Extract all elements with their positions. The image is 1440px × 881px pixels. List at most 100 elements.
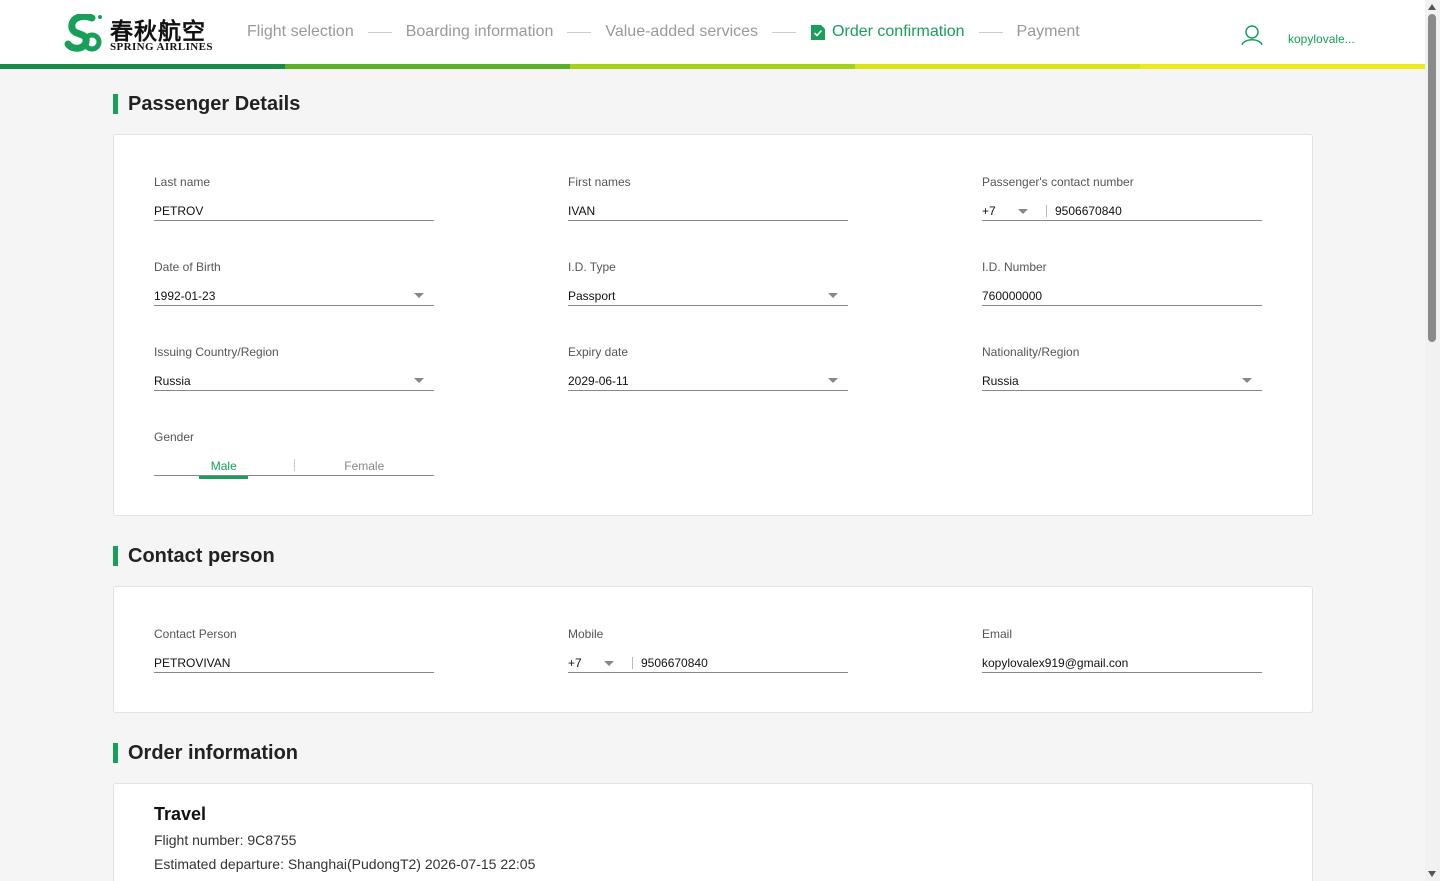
field-label: First names xyxy=(568,175,631,189)
country-code-value: +7 xyxy=(982,203,996,218)
country-code-select[interactable]: +7 xyxy=(982,200,1046,218)
divider xyxy=(632,656,633,669)
last-name-field: Last name PETROV xyxy=(154,175,434,221)
issuing-country-select[interactable]: Russia xyxy=(154,367,434,391)
step-label: Order confirmation xyxy=(832,23,965,40)
passenger-details-card: Last name PETROV First names IVAN Passen… xyxy=(113,134,1313,516)
booking-steps: Flight selection Boarding information Va… xyxy=(247,20,1080,44)
order-information-title: Order information xyxy=(113,742,298,764)
step-boarding-information[interactable]: Boarding information xyxy=(406,23,554,41)
progress-bar xyxy=(0,64,1425,69)
contact-person-input[interactable]: PETROVIVAN xyxy=(154,649,434,673)
top-header: 春秋航空 SPRING AIRLINES Flight selection Bo… xyxy=(0,0,1425,64)
nationality-field: Nationality/Region Russia xyxy=(982,345,1262,391)
field-label: Mobile xyxy=(568,627,604,641)
mobile-field: Mobile +7 9506670840 xyxy=(568,627,848,673)
passenger-contact-number-field: Passenger's contact number +7 9506670840 xyxy=(982,175,1262,221)
field-label: Issuing Country/Region xyxy=(154,345,279,359)
gender-field: Gender Male Female xyxy=(154,430,434,479)
scroll-down-arrow-icon[interactable] xyxy=(1428,871,1436,877)
gender-toggle: Male Female xyxy=(154,452,435,479)
field-value: 760000000 xyxy=(982,288,1043,303)
progress-segment xyxy=(285,64,570,69)
field-label: Date of Birth xyxy=(154,260,221,274)
chevron-down-icon xyxy=(604,661,614,666)
step-label: Flight selection xyxy=(247,23,354,40)
phone-number-input[interactable]: 9506670840 xyxy=(1055,200,1262,218)
gender-option-female[interactable]: Female xyxy=(295,455,435,473)
step-separator xyxy=(367,31,392,33)
field-label: Expiry date xyxy=(568,345,629,359)
first-names-input[interactable]: IVAN xyxy=(568,197,848,221)
user-icon[interactable] xyxy=(1240,24,1264,46)
field-label: I.D. Number xyxy=(982,260,1047,274)
field-label: Gender xyxy=(154,430,195,444)
step-payment: Payment xyxy=(1017,23,1080,41)
logo-english-text: SPRING AIRLINES xyxy=(110,41,213,53)
field-value: 1992-01-23 xyxy=(154,288,216,303)
mobile-input: +7 9506670840 xyxy=(568,649,848,673)
date-of-birth-select[interactable]: 1992-01-23 xyxy=(154,282,434,306)
field-value: 2029-06-11 xyxy=(568,373,629,388)
field-value: kopylovalex919@gmail.con xyxy=(982,655,1129,670)
issuing-country-field: Issuing Country/Region Russia xyxy=(154,345,434,391)
chevron-down-icon xyxy=(1242,378,1252,383)
step-separator xyxy=(978,31,1003,33)
field-label: Email xyxy=(982,627,1013,641)
step-flight-selection[interactable]: Flight selection xyxy=(247,23,354,41)
progress-segment xyxy=(0,64,285,69)
step-separator xyxy=(567,31,592,33)
field-value: IVAN xyxy=(568,203,596,218)
last-name-input[interactable]: PETROV xyxy=(154,197,434,221)
field-value: PETROV xyxy=(154,203,204,218)
chevron-down-icon xyxy=(414,378,424,383)
email-input[interactable]: kopylovalex919@gmail.con xyxy=(982,649,1262,673)
expiry-date-field: Expiry date 2029-06-11 xyxy=(568,345,848,391)
field-label: Passenger's contact number xyxy=(982,175,1134,189)
progress-segment xyxy=(855,64,1140,69)
order-information-card: Travel Flight number: 9C8755 Estimated d… xyxy=(113,783,1313,881)
date-of-birth-field: Date of Birth 1992-01-23 xyxy=(154,260,434,306)
contact-person-field: Contact Person PETROVIVAN xyxy=(154,627,434,673)
contact-person-card: Contact Person PETROVIVAN Mobile +7 9506… xyxy=(113,586,1313,713)
scrollbar-thumb[interactable] xyxy=(1428,14,1436,342)
scroll-up-arrow-icon[interactable] xyxy=(1428,4,1436,10)
id-type-field: I.D. Type Passport xyxy=(568,260,848,306)
step-value-added-services[interactable]: Value-added services xyxy=(605,23,758,41)
chevron-down-icon xyxy=(828,293,838,298)
id-number-field: I.D. Number 760000000 xyxy=(982,260,1262,306)
mobile-number-input[interactable]: 9506670840 xyxy=(641,652,848,670)
expiry-date-select[interactable]: 2029-06-11 xyxy=(568,367,848,391)
country-code-value: +7 xyxy=(568,655,582,670)
contact-person-title: Contact person xyxy=(113,545,275,567)
field-label: Contact Person xyxy=(154,627,237,641)
step-separator xyxy=(772,31,797,33)
chevron-down-icon xyxy=(1018,209,1028,214)
travel-heading: Travel xyxy=(154,804,207,824)
chevron-down-icon xyxy=(828,378,838,383)
email-field: Email kopylovalex919@gmail.con xyxy=(982,627,1262,673)
flight-number: Flight number: 9C8755 xyxy=(154,832,297,848)
divider xyxy=(1046,204,1047,217)
field-label: I.D. Type xyxy=(568,260,616,274)
field-label: Last name xyxy=(154,175,211,189)
document-check-icon xyxy=(811,24,826,40)
page-scrollbar[interactable] xyxy=(1425,0,1440,881)
field-value: PETROVIVAN xyxy=(154,655,231,670)
passenger-contact-number-input: +7 9506670840 xyxy=(982,197,1262,221)
spring-airlines-logo[interactable]: 春秋航空 SPRING AIRLINES xyxy=(62,12,222,56)
id-type-select[interactable]: Passport xyxy=(568,282,848,306)
field-value: Passport xyxy=(568,288,616,303)
chevron-down-icon xyxy=(414,293,424,298)
user-name[interactable]: kopylovale... xyxy=(1288,32,1355,46)
step-label: Boarding information xyxy=(405,23,554,40)
first-names-field: First names IVAN xyxy=(568,175,848,221)
id-number-input[interactable]: 760000000 xyxy=(982,282,1262,306)
nationality-select[interactable]: Russia xyxy=(982,367,1262,391)
gender-option-male[interactable]: Male xyxy=(154,455,294,479)
progress-segment xyxy=(570,64,855,69)
estimated-departure: Estimated departure: Shanghai(PudongT2) … xyxy=(154,856,536,872)
step-label: Payment xyxy=(1016,23,1080,40)
country-code-select[interactable]: +7 xyxy=(568,652,632,670)
step-label: Value-added services xyxy=(605,23,759,40)
